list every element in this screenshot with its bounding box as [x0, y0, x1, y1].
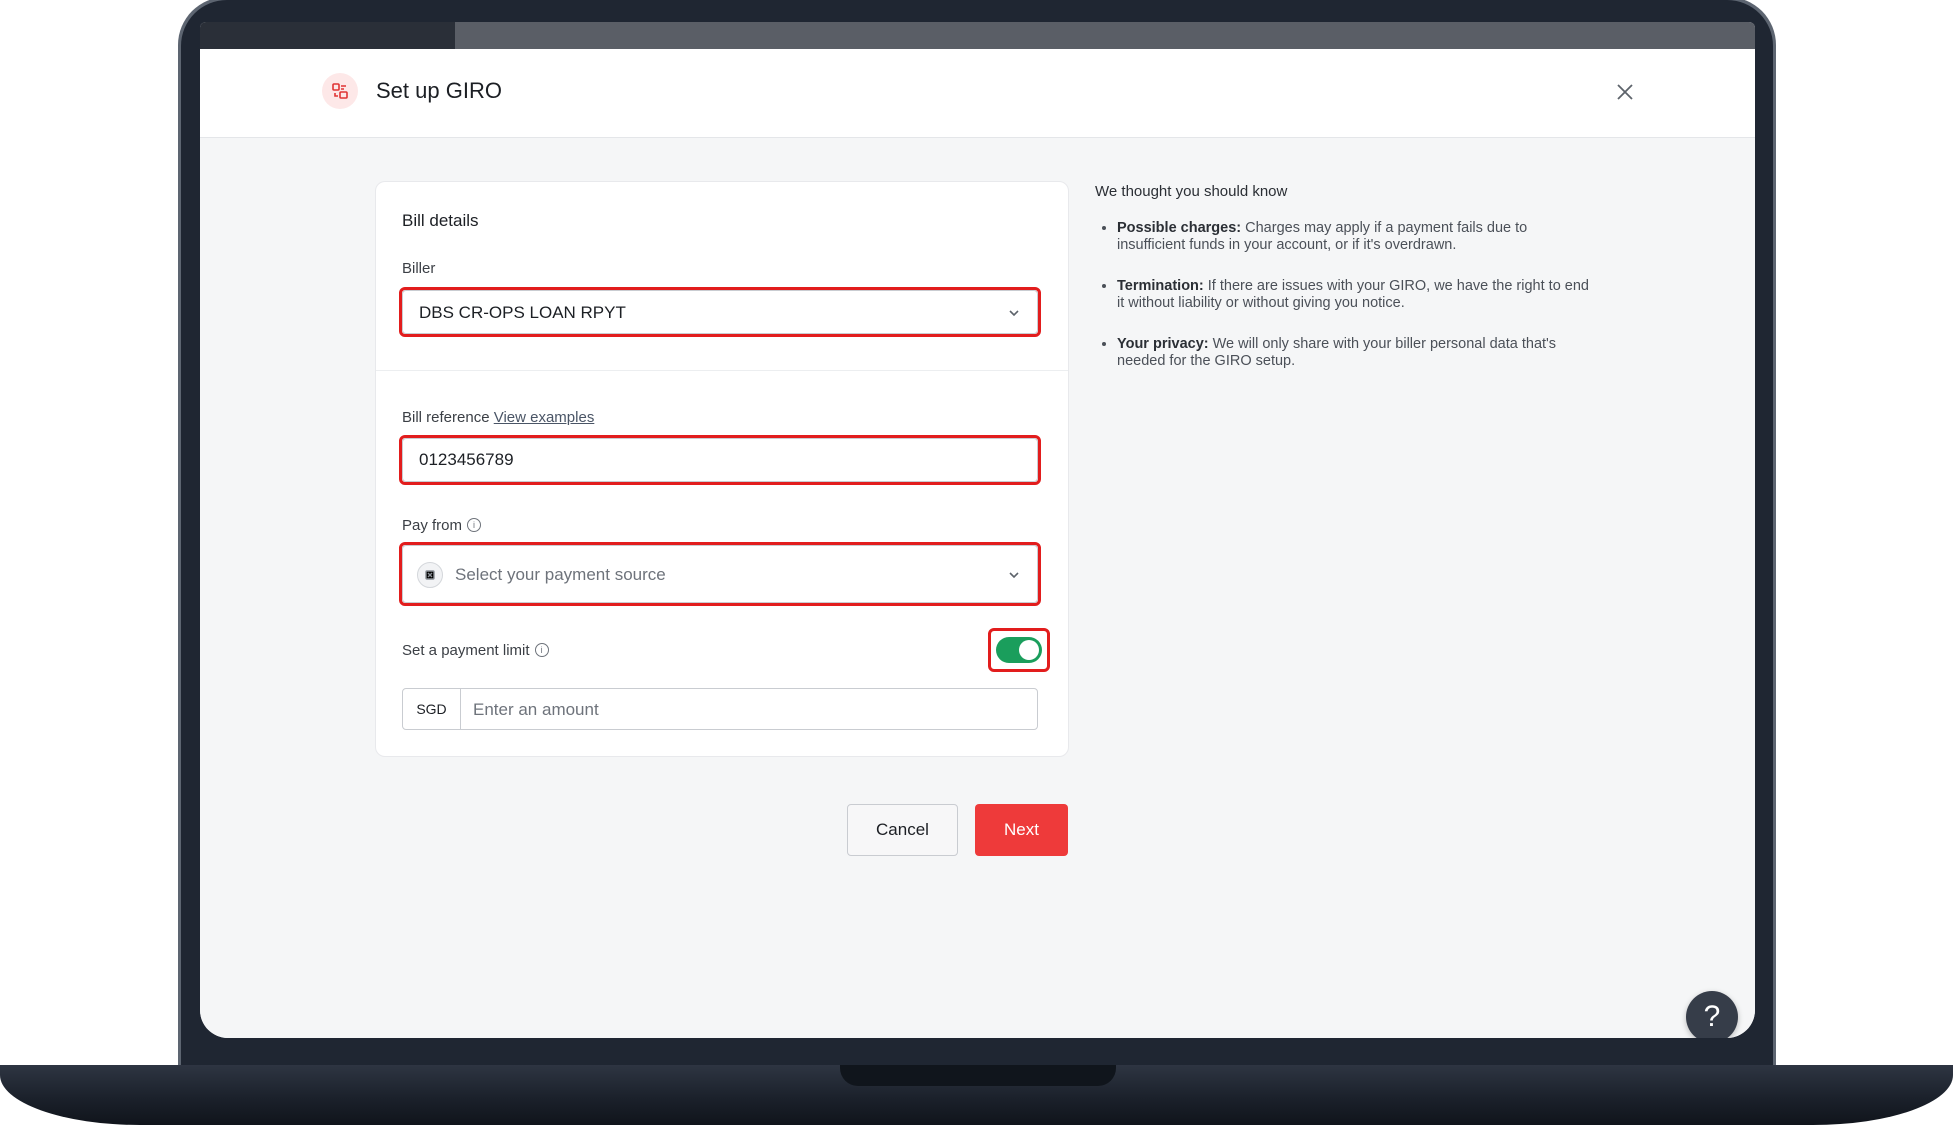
- biller-select[interactable]: DBS CR-OPS LOAN RPYT: [402, 290, 1038, 334]
- close-icon[interactable]: [1612, 79, 1638, 105]
- info-item-heading: Termination:: [1117, 278, 1204, 294]
- cancel-button[interactable]: Cancel: [847, 804, 958, 856]
- payment-limit-label-text: Set a payment limit: [402, 642, 530, 659]
- bill-reference-label-text: Bill reference: [402, 409, 490, 426]
- bill-reference-value: 0123456789: [419, 450, 514, 469]
- pay-from-placeholder: Select your payment source: [455, 565, 666, 584]
- giro-icon: [322, 73, 358, 109]
- modal-header: Set up GIRO: [200, 49, 1755, 138]
- pay-from-label: Pay from i: [402, 517, 482, 534]
- toggle-knob: [1019, 640, 1039, 660]
- info-title: We thought you should know: [1095, 183, 1288, 200]
- info-panel: We thought you should know Possible char…: [1095, 183, 1595, 394]
- currency-label: SGD: [403, 689, 461, 729]
- background-overlay: [455, 22, 1755, 50]
- info-list: Possible charges: Charges may apply if a…: [1095, 220, 1595, 370]
- help-button[interactable]: ?: [1686, 991, 1738, 1038]
- next-button[interactable]: Next: [975, 804, 1068, 856]
- pay-from-label-text: Pay from: [402, 517, 463, 534]
- chevron-down-icon: [1009, 572, 1019, 579]
- bill-reference-input[interactable]: 0123456789: [402, 438, 1038, 482]
- info-item-charges: Possible charges: Charges may apply if a…: [1117, 220, 1595, 254]
- modal-title: Set up GIRO: [376, 78, 502, 103]
- payment-source-icon: [417, 562, 443, 588]
- chevron-down-icon: [1009, 310, 1019, 317]
- payment-limit-toggle[interactable]: [996, 637, 1042, 663]
- biller-value: DBS CR-OPS LOAN RPYT: [419, 303, 626, 322]
- section-divider: [376, 370, 1068, 371]
- view-examples-link[interactable]: View examples: [494, 409, 595, 426]
- info-item-heading: Your privacy:: [1117, 336, 1209, 352]
- info-item-privacy: Your privacy: We will only share with yo…: [1117, 336, 1595, 370]
- info-item-heading: Possible charges:: [1117, 220, 1242, 236]
- amount-field[interactable]: SGD Enter an amount: [402, 688, 1038, 730]
- amount-placeholder: Enter an amount: [473, 700, 599, 719]
- bill-reference-label: Bill reference View examples: [402, 409, 594, 426]
- bill-details-card: Bill details Biller DBS CR-OPS LOAN RPYT…: [375, 181, 1069, 757]
- laptop-notch: [840, 1065, 1116, 1086]
- info-icon[interactable]: i: [467, 518, 482, 533]
- background-app-bar: [200, 22, 455, 50]
- info-icon[interactable]: i: [534, 643, 549, 658]
- biller-label: Biller: [402, 260, 436, 277]
- card-title: Bill details: [402, 211, 479, 230]
- info-item-termination: Termination: If there are issues with yo…: [1117, 278, 1595, 312]
- giro-setup-modal: Set up GIRO Bill details Biller DBS CR-O…: [200, 49, 1755, 1038]
- screen: Set up GIRO Bill details Biller DBS CR-O…: [200, 22, 1755, 1038]
- pay-from-select[interactable]: Select your payment source: [402, 545, 1038, 603]
- payment-limit-label: Set a payment limit i: [402, 642, 549, 659]
